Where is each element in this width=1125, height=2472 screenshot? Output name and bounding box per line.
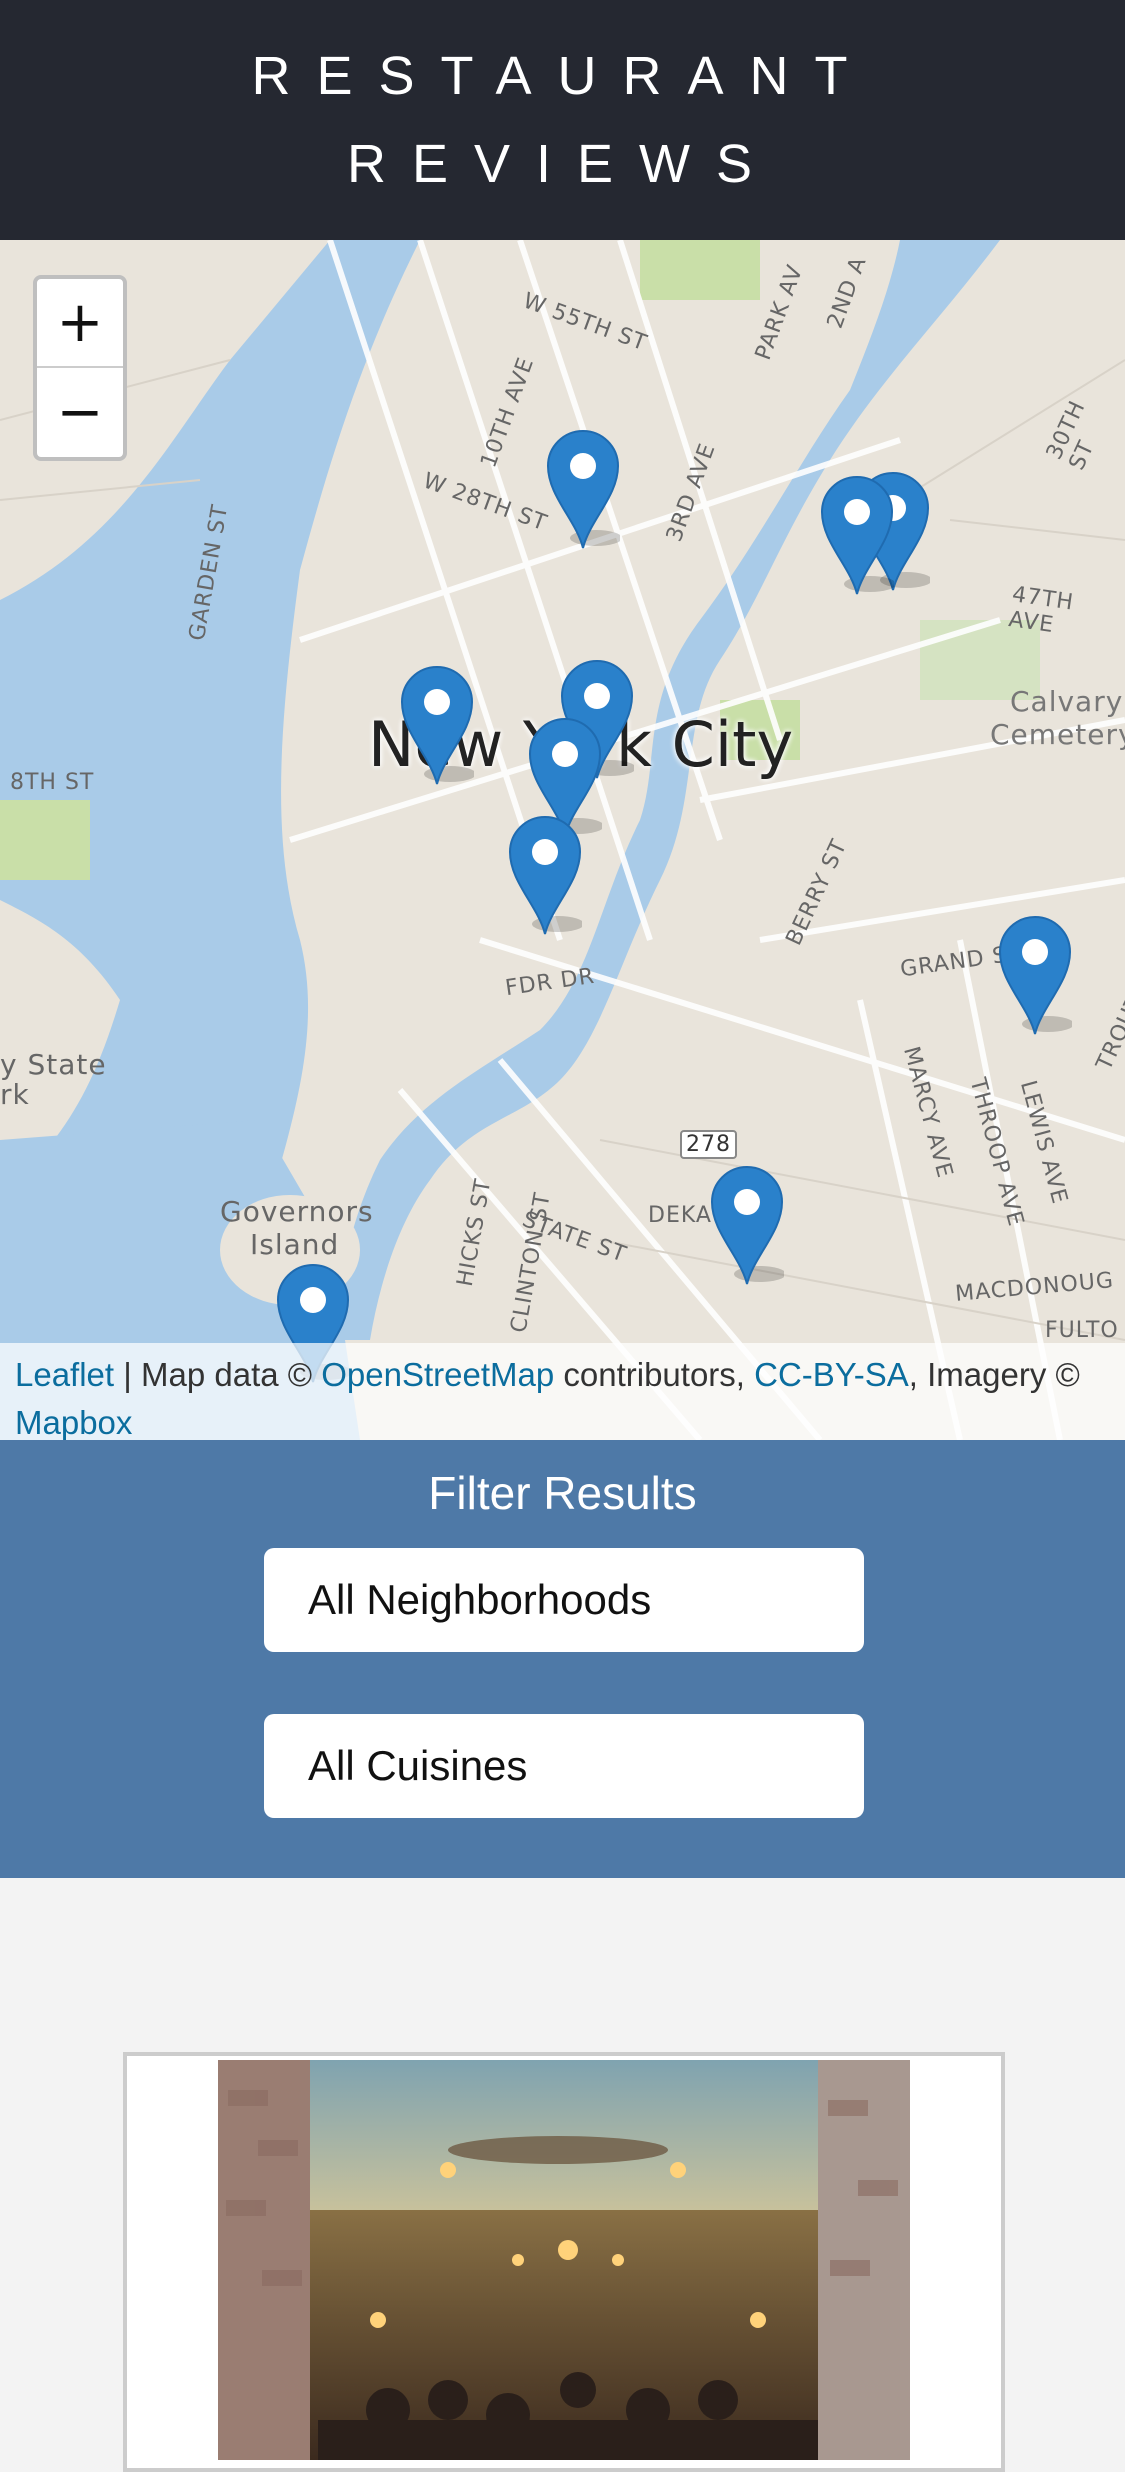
mapbox-link[interactable]: Mapbox xyxy=(15,1404,132,1440)
page-title: RESTAURANT REVIEWS xyxy=(251,46,874,194)
attribution-text: contributors, xyxy=(554,1356,755,1393)
zoom-out-button[interactable]: − xyxy=(37,368,123,457)
map-place-label: Calvary xyxy=(1010,685,1124,718)
site-header: RESTAURANT REVIEWS xyxy=(0,0,1125,240)
map-place-label: y State xyxy=(0,1048,107,1081)
openstreetmap-link[interactable]: OpenStreetMap xyxy=(321,1356,554,1393)
map-place-label: Cemetery xyxy=(990,718,1125,751)
map-marker[interactable] xyxy=(998,916,1072,1036)
street-label: 8TH ST xyxy=(10,770,95,795)
cuisine-select[interactable]: All Cuisines xyxy=(264,1714,864,1818)
map-marker[interactable] xyxy=(820,476,894,596)
highway-shield: 278 xyxy=(680,1130,737,1159)
leaflet-link[interactable]: Leaflet xyxy=(15,1356,114,1393)
map-marker[interactable] xyxy=(400,666,474,786)
restaurant-image[interactable] xyxy=(218,2060,910,2460)
attribution-text: , Imagery © xyxy=(908,1356,1080,1393)
street-label: DEKA xyxy=(648,1203,712,1228)
restaurant-card xyxy=(123,2052,1005,2472)
zoom-control: + − xyxy=(33,275,127,461)
map-place-label: Governors xyxy=(220,1195,374,1228)
street-label: FULTO xyxy=(1045,1318,1119,1343)
license-link[interactable]: CC-BY-SA xyxy=(754,1356,909,1393)
map-attribution: Leaflet | Map data © OpenStreetMap contr… xyxy=(0,1343,1125,1440)
filter-panel: Filter Results All Neighborhoods All Cui… xyxy=(0,1440,1125,1878)
map-marker[interactable] xyxy=(508,816,582,936)
map[interactable]: W 55TH ST 10TH AVE W 28TH ST 3RD AVE PAR… xyxy=(0,240,1125,1440)
filter-title: Filter Results xyxy=(428,1467,697,1519)
map-marker[interactable] xyxy=(710,1166,784,1286)
map-marker[interactable] xyxy=(546,430,620,550)
map-place-label: rk xyxy=(0,1078,30,1111)
zoom-in-button[interactable]: + xyxy=(37,279,123,368)
attribution-text: | Map data © xyxy=(114,1356,322,1393)
map-place-label: Island xyxy=(250,1228,340,1261)
neighborhood-select[interactable]: All Neighborhoods xyxy=(264,1548,864,1652)
restaurant-photo-graphic xyxy=(218,2060,910,2460)
